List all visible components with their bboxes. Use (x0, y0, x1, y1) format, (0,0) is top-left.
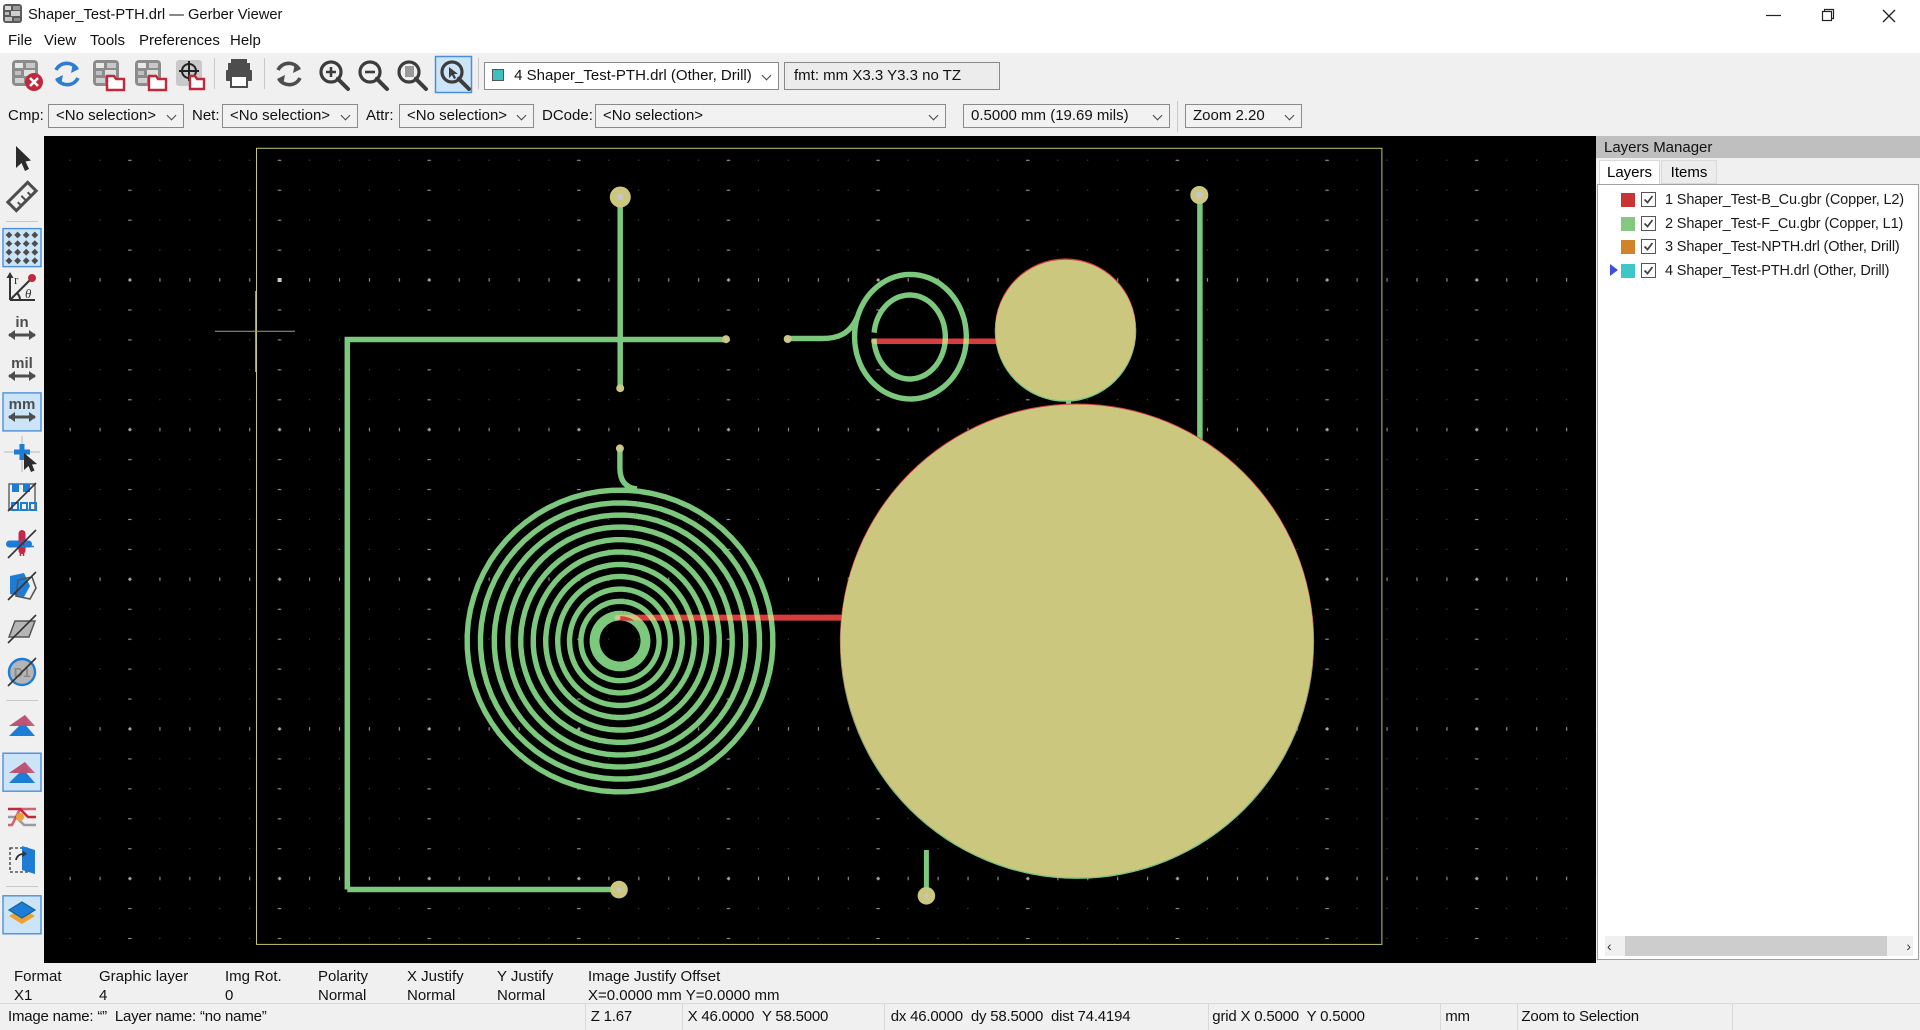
svg-text:mil: mil (11, 355, 33, 372)
svg-text:mm: mm (9, 396, 36, 413)
svg-text:in: in (15, 314, 28, 331)
svg-text:r: r (14, 272, 19, 287)
svg-text:θ: θ (25, 286, 32, 301)
